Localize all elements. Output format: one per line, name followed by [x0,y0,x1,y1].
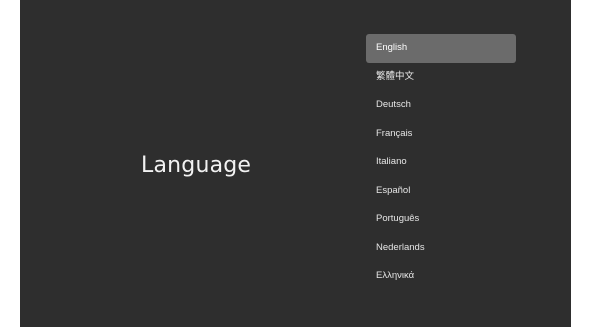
language-list: English 繁體中文 Deutsch Français Italiano E… [366,34,516,291]
language-option-dutch[interactable]: Nederlands [366,234,516,263]
language-option-traditional-chinese[interactable]: 繁體中文 [366,63,516,92]
language-option-german[interactable]: Deutsch [366,91,516,120]
language-option-greek[interactable]: Ελληνικά [366,262,516,291]
language-option-english[interactable]: English [366,34,516,63]
settings-screen: Language English 繁體中文 Deutsch Français I… [20,0,571,327]
language-option-italian[interactable]: Italiano [366,148,516,177]
language-option-portuguese[interactable]: Português [366,205,516,234]
page-title: Language [141,153,252,178]
language-option-spanish[interactable]: Español [366,177,516,206]
language-option-french[interactable]: Français [366,120,516,149]
